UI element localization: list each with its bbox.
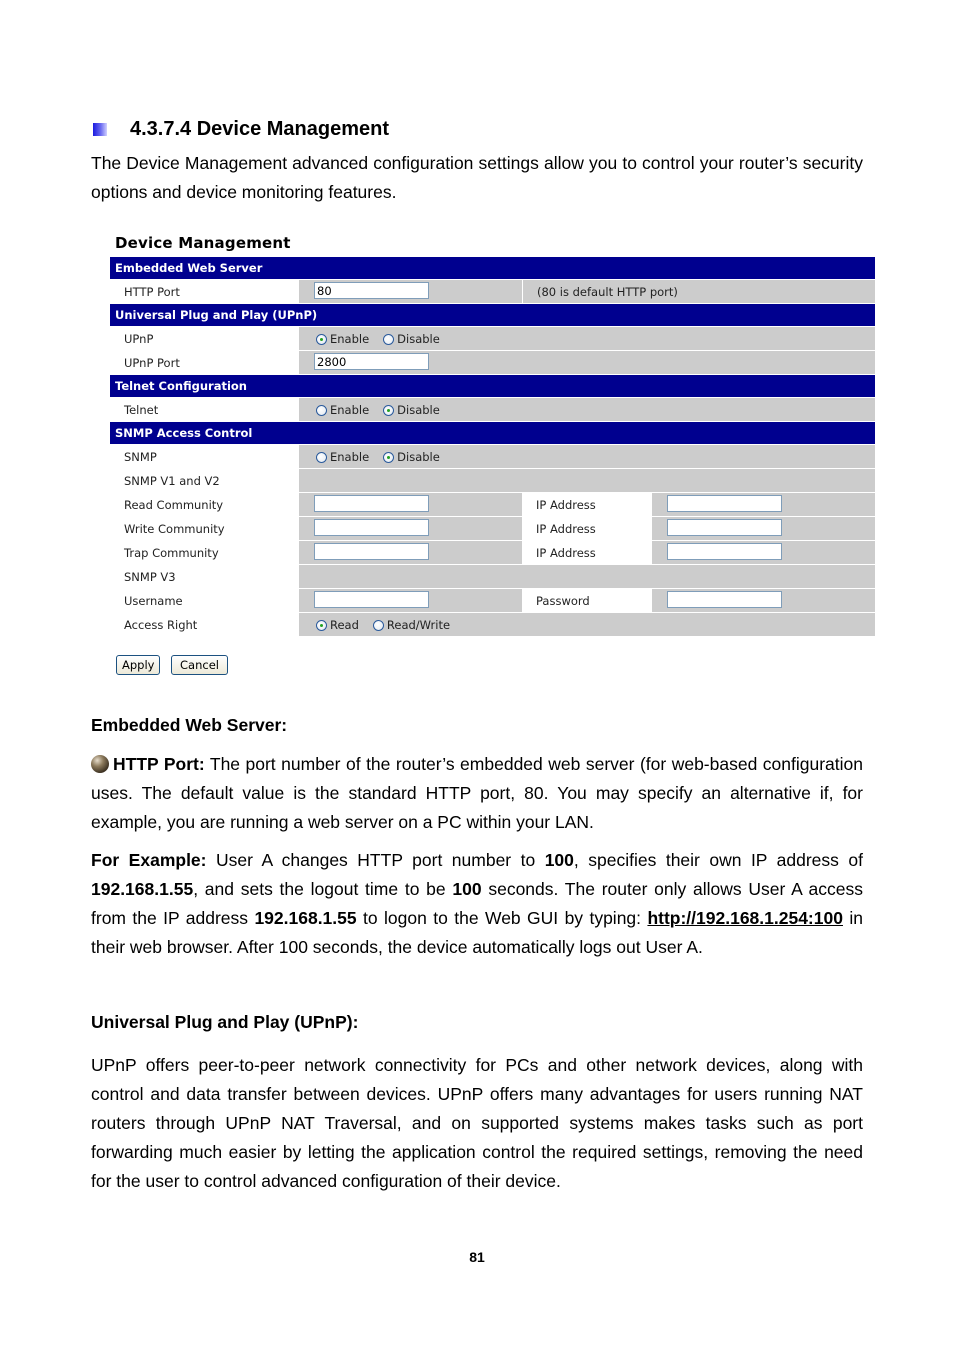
row-trap-community: Trap Community IP Address <box>110 541 875 565</box>
http-port-description: The port number of the router’s embedded… <box>91 754 863 832</box>
http-port-term: HTTP Port: <box>113 754 205 774</box>
cancel-button[interactable]: Cancel <box>171 655 228 675</box>
row-upnp-port: UPnP Port <box>110 351 875 375</box>
password-label: Password <box>536 594 590 608</box>
example-paragraph: For Example: User A changes HTTP port nu… <box>91 850 863 957</box>
radio-checked-icon <box>316 619 327 631</box>
http-port-label: HTTP Port <box>124 285 180 299</box>
access-read-radio[interactable]: Read <box>316 618 359 632</box>
write-community-input[interactable] <box>314 519 429 536</box>
snmp-v3-label: SNMP V3 <box>124 570 176 584</box>
read-ip-input[interactable] <box>667 495 782 512</box>
read-community-input[interactable] <box>314 495 429 512</box>
upnp-enable-radio[interactable]: Enable <box>316 332 369 346</box>
telnet-disable-radio[interactable]: Disable <box>383 403 440 417</box>
section-header-snmp: SNMP Access Control <box>110 422 875 445</box>
write-ip-label: IP Address <box>536 522 596 536</box>
http-port-input[interactable] <box>314 282 429 299</box>
trap-community-label: Trap Community <box>124 546 219 560</box>
upnp-port-label: UPnP Port <box>124 356 180 370</box>
row-write-community: Write Community IP Address <box>110 517 875 541</box>
section-header-telnet: Telnet Configuration <box>110 375 875 398</box>
upnp-port-input[interactable] <box>314 353 429 370</box>
write-community-label: Write Community <box>124 522 225 536</box>
radio-checked-icon <box>383 404 395 416</box>
access-right-label: Access Right <box>124 618 198 632</box>
section-header-web-server: Embedded Web Server <box>110 257 875 280</box>
snmp-v1v2-label: SNMP V1 and V2 <box>124 474 220 488</box>
username-input[interactable] <box>314 591 429 608</box>
snmp-disable-radio[interactable]: Disable <box>383 450 440 464</box>
apply-button[interactable]: Apply <box>116 655 161 675</box>
snmp-label: SNMP <box>124 450 157 464</box>
row-snmp: SNMP Enable Disable <box>110 445 875 469</box>
row-snmp-v1v2: SNMP V1 and V2 <box>110 469 875 493</box>
row-telnet: Telnet Enable Disable <box>110 398 875 422</box>
http-port-paragraph: HTTP Port: The port number of the router… <box>91 750 863 837</box>
row-http-port: HTTP Port (80 is default HTTP port) <box>110 280 875 304</box>
access-readwrite-radio[interactable]: Read/Write <box>372 618 450 632</box>
read-ip-label: IP Address <box>536 498 596 512</box>
radio-unchecked-icon <box>316 451 327 463</box>
section-bullet-icon <box>93 123 107 136</box>
bullet-ball-icon <box>91 755 109 773</box>
ews-heading: Embedded Web Server: <box>91 715 288 735</box>
ui-page-title: Device Management <box>115 234 291 252</box>
upnp-label: UPnP <box>124 332 154 346</box>
telnet-label: Telnet <box>124 403 159 417</box>
radio-checked-icon <box>316 333 327 345</box>
example-url-link[interactable]: http://192.168.1.254:100 <box>647 908 843 928</box>
upnp-disable-radio[interactable]: Disable <box>383 332 440 346</box>
http-port-note: (80 is default HTTP port) <box>537 285 678 299</box>
snmp-enable-radio[interactable]: Enable <box>316 450 369 464</box>
section-title: 4.3.7.4 Device Management <box>130 118 390 140</box>
trap-community-input[interactable] <box>314 543 429 560</box>
intro-paragraph: The Device Management advanced configura… <box>91 153 863 202</box>
radio-unchecked-icon <box>383 333 395 345</box>
row-access-right: Access Right Read Read/Write <box>110 613 875 637</box>
upnp-heading: Universal Plug and Play (UPnP): <box>91 1012 359 1032</box>
radio-unchecked-icon <box>316 404 327 416</box>
upnp-paragraph: UPnP offers peer-to-peer network connect… <box>91 1055 863 1191</box>
row-username: Username Password <box>110 589 875 613</box>
row-snmp-v3: SNMP V3 <box>110 565 875 589</box>
device-management-form: Embedded Web Server HTTP Port (80 is def… <box>110 257 875 637</box>
row-read-community: Read Community IP Address <box>110 493 875 517</box>
radio-checked-icon <box>383 451 395 463</box>
write-ip-input[interactable] <box>667 519 782 536</box>
page-number: 81 <box>469 1249 485 1265</box>
row-upnp: UPnP Enable Disable <box>110 327 875 351</box>
trap-ip-input[interactable] <box>667 543 782 560</box>
password-input[interactable] <box>667 591 782 608</box>
telnet-enable-radio[interactable]: Enable <box>316 403 369 417</box>
read-community-label: Read Community <box>124 498 224 512</box>
section-header-upnp: Universal Plug and Play (UPnP) <box>110 304 875 327</box>
radio-unchecked-icon <box>372 619 384 631</box>
trap-ip-label: IP Address <box>536 546 596 560</box>
username-label: Username <box>124 594 183 608</box>
